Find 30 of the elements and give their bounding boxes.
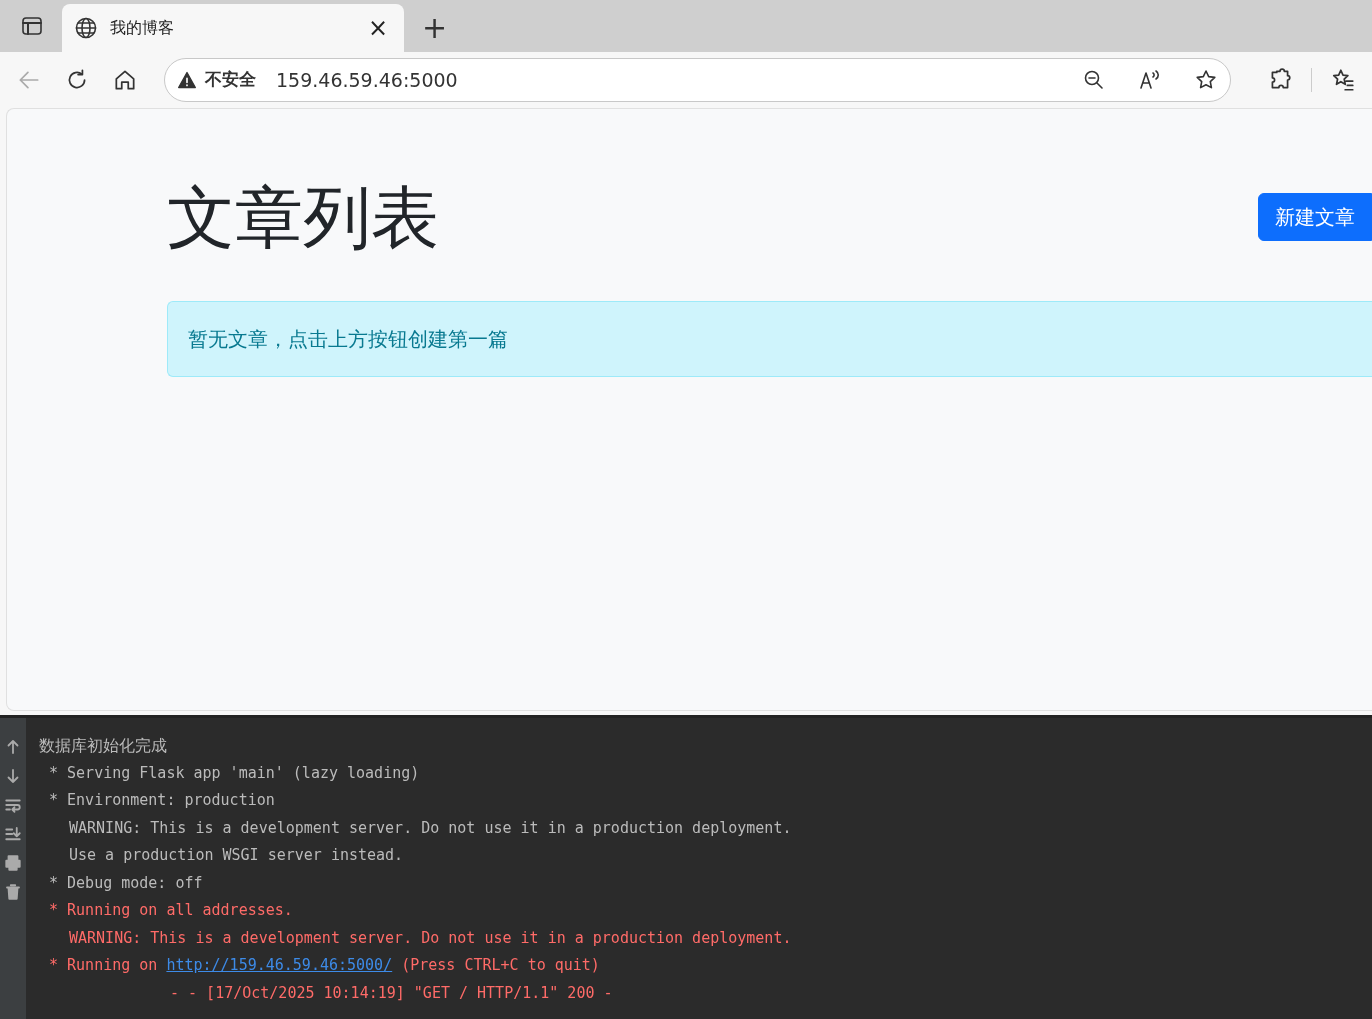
new-article-button[interactable]: 新建文章 — [1258, 193, 1372, 241]
security-label: 不安全 — [205, 68, 256, 92]
favorites-icon[interactable] — [1330, 67, 1356, 93]
warning-icon — [177, 70, 197, 90]
console-line: * Serving Flask app 'main' (lazy loading) — [49, 763, 420, 782]
page-heading: 文章列表 — [167, 177, 439, 259]
read-aloud-icon[interactable] — [1138, 68, 1162, 92]
console-line: Use a production WSGI server instead. — [69, 846, 404, 864]
console-line: * Environment: production — [49, 791, 275, 809]
console-line: * Running on all addresses. — [49, 901, 293, 919]
scroll-end-icon[interactable] — [4, 825, 22, 843]
sidebar-icon[interactable] — [20, 14, 44, 38]
console-line: 数据库初始化完成 — [39, 736, 167, 755]
address-bar[interactable]: 不安全 159.46.59.46:5000 — [164, 58, 1231, 102]
trash-icon[interactable] — [4, 883, 22, 901]
new-tab-button[interactable]: + — [416, 12, 454, 44]
console-line: - - [17/Oct/2025 10:14:19] "GET / HTTP/1.1" 200 - — [170, 983, 613, 1002]
info-alert: 暂无文章，点击上方按钮创建第一篇 — [167, 300, 1372, 377]
url-text: 159.46.59.46:5000 — [276, 67, 458, 93]
zoom-out-icon[interactable] — [1082, 68, 1106, 92]
console-line: * Running on http://159.46.59.46:5000/ (Press CTRL+C to quit) — [49, 956, 600, 974]
console-line: WARNING: This is a development server. Do not use it in a production deployment. — [69, 928, 792, 947]
tab-title: 我的博客 — [110, 17, 174, 39]
print-icon[interactable] — [4, 854, 22, 872]
console-line: WARNING: This is a development server. Do not use it in a production deployment. — [69, 818, 792, 837]
browser-tab[interactable]: 我的博客 × — [62, 4, 404, 52]
globe-icon — [74, 16, 98, 40]
close-button[interactable]: × — [363, 16, 392, 40]
console-line: * Debug mode: off — [49, 873, 203, 892]
console-link[interactable]: http://159.46.59.46:5000/ — [166, 956, 393, 974]
